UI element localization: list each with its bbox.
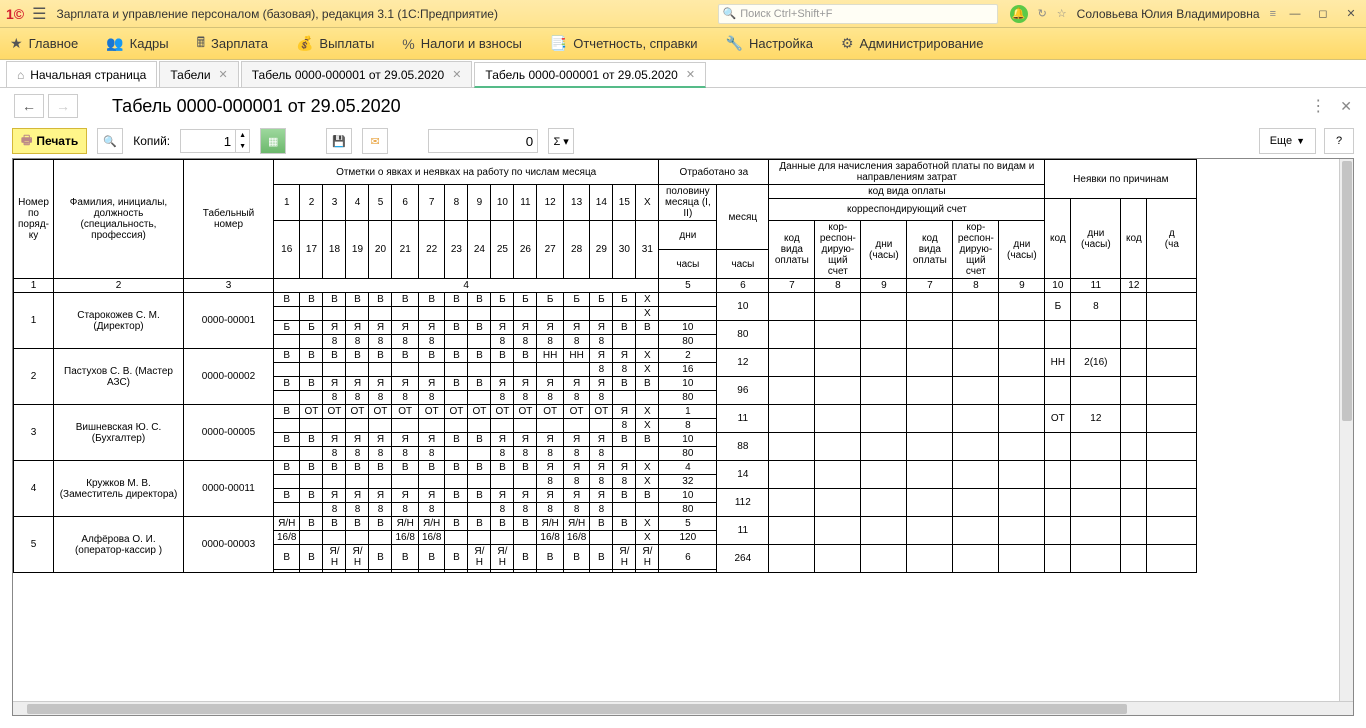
menu-taxes[interactable]: %Налоги и взносы	[402, 36, 522, 52]
home-icon: ⌂	[17, 68, 24, 82]
menu-reports[interactable]: 📑Отчетность, справки	[550, 35, 698, 52]
title-bar: 1© ☰ Зарплата и управление персоналом (б…	[0, 0, 1366, 28]
calculator-icon: 🖩	[197, 32, 205, 56]
search-placeholder: Поиск Ctrl+Shift+F	[740, 8, 832, 20]
tab-home[interactable]: ⌂Начальная страница	[6, 61, 157, 87]
magnifier-icon: 🔍	[103, 135, 117, 148]
spreadsheet-scroll[interactable]: Номер по поряд-куФамилия, инициалы, долж…	[13, 159, 1353, 701]
envelope-icon: ✉	[371, 135, 380, 148]
selection-icon: ▦	[268, 135, 278, 148]
main-menu: ★Главное 👥Кадры 🖩Зарплата 💰Выплаты %Нало…	[0, 28, 1366, 60]
print-button[interactable]: 🖶Печать	[12, 128, 87, 154]
user-name[interactable]: Соловьева Юлия Владимировна	[1077, 7, 1260, 21]
horizontal-scrollbar[interactable]	[13, 701, 1353, 715]
star-filled-icon: ★	[10, 35, 23, 52]
tab-tabel-2[interactable]: Табель 0000-000001 от 29.05.2020✕	[474, 62, 706, 88]
tab-close-icon[interactable]: ✕	[452, 68, 461, 81]
document-icon: 📑	[550, 35, 567, 52]
tab-close-icon[interactable]: ✕	[686, 68, 695, 81]
preview-button[interactable]: 🔍	[97, 128, 123, 154]
copies-label: Копий:	[133, 134, 170, 148]
more-button[interactable]: Еще ▼	[1259, 128, 1316, 154]
floppy-icon: 💾	[332, 135, 346, 148]
minimize-icon[interactable]: —	[1286, 8, 1304, 20]
menu-admin[interactable]: ⚙Администрирование	[841, 35, 984, 52]
search-input[interactable]: 🔍 Поиск Ctrl+Shift+F	[718, 4, 998, 24]
timesheet-table: Номер по поряд-куФамилия, инициалы, долж…	[13, 159, 1197, 573]
spreadsheet-area: Номер по поряд-куФамилия, инициалы, долж…	[12, 158, 1354, 716]
history-icon[interactable]: ↻	[1038, 7, 1047, 20]
save-button[interactable]: 💾	[326, 128, 352, 154]
sum-button[interactable]: Σ ▾	[548, 128, 574, 154]
vertical-scrollbar[interactable]	[1339, 159, 1353, 701]
hamburger-icon[interactable]: ☰	[32, 4, 46, 24]
close-page-icon[interactable]: ✕	[1340, 98, 1352, 115]
close-icon[interactable]: ✕	[1342, 7, 1360, 20]
sigma-icon: Σ ▾	[553, 135, 568, 148]
menu-payments[interactable]: 💰Выплаты	[296, 35, 374, 52]
maximize-icon[interactable]: ◻	[1314, 7, 1332, 20]
email-button[interactable]: ✉	[362, 128, 388, 154]
app-logo-icon: 1©	[6, 6, 24, 22]
search-icon: 🔍	[723, 7, 737, 20]
help-button[interactable]: ?	[1324, 128, 1354, 154]
selection-button[interactable]: ▦	[260, 128, 286, 154]
copies-input[interactable]	[180, 129, 236, 153]
nav-forward-button[interactable]: →	[48, 94, 78, 118]
filter-icon[interactable]: ≡	[1270, 8, 1276, 20]
sum-input[interactable]	[428, 129, 538, 153]
page-title: Табель 0000-000001 от 29.05.2020	[112, 96, 401, 117]
copies-stepper[interactable]: ▲▼	[236, 129, 250, 153]
menu-main[interactable]: ★Главное	[10, 35, 78, 52]
menu-salary[interactable]: 🖩Зарплата	[197, 32, 268, 56]
page-header: ← → Табель 0000-000001 от 29.05.2020 ⋮ ✕	[0, 88, 1366, 124]
tab-tabeli[interactable]: Табели✕	[159, 61, 238, 87]
star-icon[interactable]: ☆	[1057, 7, 1067, 20]
money-icon: 💰	[296, 35, 313, 52]
people-icon: 👥	[106, 35, 123, 52]
bell-icon[interactable]: 🔔	[1010, 5, 1028, 23]
tabs-strip: ⌂Начальная страница Табели✕ Табель 0000-…	[0, 60, 1366, 88]
tab-close-icon[interactable]: ✕	[219, 68, 228, 81]
gear-icon: ⚙	[841, 35, 854, 52]
nav-back-button[interactable]: ←	[14, 94, 44, 118]
printer-icon: 🖶	[21, 131, 32, 152]
more-options-icon[interactable]: ⋮	[1310, 96, 1326, 116]
toolbar: 🖶Печать 🔍 Копий: ▲▼ ▦ 💾 ✉ Σ ▾ Еще ▼ ?	[0, 124, 1366, 158]
app-title: Зарплата и управление персоналом (базова…	[56, 7, 717, 21]
menu-hr[interactable]: 👥Кадры	[106, 35, 168, 52]
percent-icon: %	[402, 36, 414, 52]
menu-settings[interactable]: 🔧Настройка	[726, 35, 813, 52]
wrench-icon: 🔧	[726, 35, 743, 52]
tab-tabel-1[interactable]: Табель 0000-000001 от 29.05.2020✕	[241, 61, 473, 87]
